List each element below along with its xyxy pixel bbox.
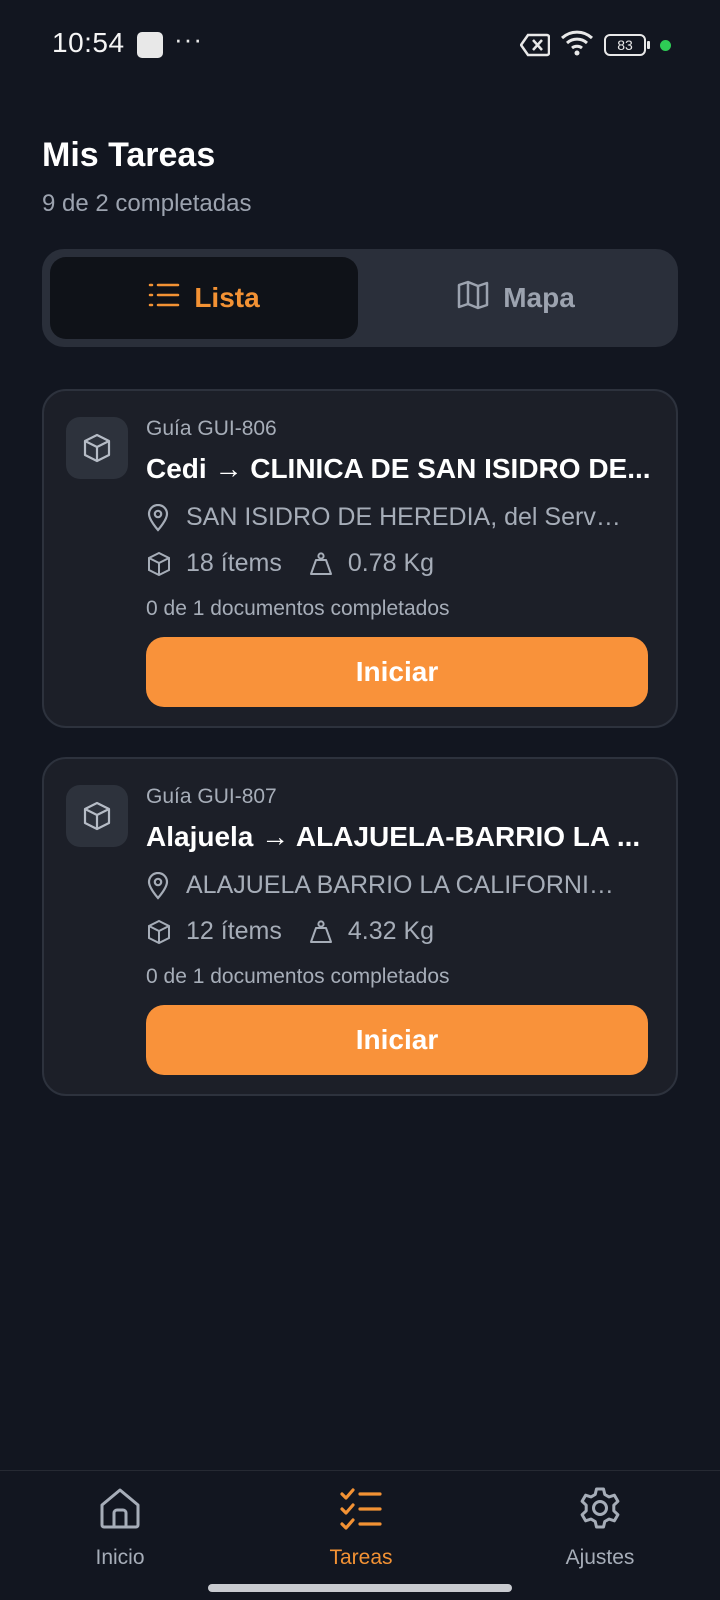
page-subtitle: 9 de 2 completadas [42,190,252,217]
task-address-text: ALAJUELA BARRIO LA CALIFORNIA ... [186,871,626,899]
task-meta: 12 ítems 4.32 Kg [146,917,434,946]
gear-icon [577,1485,623,1536]
task-guide: Guía GUI-807 [146,785,277,808]
page-title: Mis Tareas [42,136,216,174]
wifi-icon [560,30,594,61]
task-address-text: SAN ISIDRO DE HEREDIA, del Servic... [186,503,626,531]
screen: 10:54 ··· 83 Mis Tareas 9 de 2 completad… [0,0,720,1600]
nav-item-ajustes[interactable]: Ajustes [520,1485,680,1570]
map-icon [457,280,489,317]
nav-label-tareas: Tareas [329,1546,393,1569]
task-card[interactable]: Guía GUI-807 Alajuela → ALAJUELA-BARRIO … [42,757,678,1096]
start-button[interactable]: Iniciar [146,637,648,707]
task-weight: 4.32 Kg [347,917,435,945]
task-list-icon [338,1485,384,1536]
tab-mapa[interactable]: Mapa [362,257,670,339]
nav-label-ajustes: Ajustes [565,1546,635,1569]
task-card[interactable]: Guía GUI-806 Cedi → CLINICA DE SAN ISIDR… [42,389,678,728]
nav-item-tareas[interactable]: Tareas [281,1485,441,1570]
task-meta: 18 ítems 0.78 Kg [146,549,434,578]
no-sim-icon [519,33,551,62]
task-guide: Guía GUI-806 [146,417,277,440]
tab-lista-label: Lista [194,282,260,313]
weight-icon [308,551,334,577]
task-docs: 0 de 1 documentos completados [146,965,450,988]
task-items: 18 ítems [186,549,282,577]
status-bar: 10:54 ··· 83 [0,0,720,90]
home-icon [97,1485,143,1536]
tab-lista[interactable]: Lista [50,257,358,339]
package-icon [66,417,128,479]
box-icon [146,551,172,577]
home-indicator[interactable] [208,1584,512,1592]
task-title: Cedi → CLINICA DE SAN ISIDRO DE... [146,453,651,484]
box-icon [146,919,172,945]
battery-icon: 83 [604,34,650,56]
bottom-nav: Inicio Tareas Ajustes [0,1470,720,1600]
battery-level: 83 [617,37,633,53]
nav-label-inicio: Inicio [95,1546,145,1569]
task-address: ALAJUELA BARRIO LA CALIFORNIA ... [146,871,636,900]
app-notification-icon [137,32,163,58]
location-pin-icon [146,871,170,900]
task-address: SAN ISIDRO DE HEREDIA, del Servic... [146,503,636,532]
more-dots-icon: ··· [174,24,203,54]
status-time: 10:54 [52,27,125,58]
weight-icon [308,919,334,945]
task-title: Alajuela → ALAJUELA-BARRIO LA ... [146,821,641,852]
list-icon [148,281,180,316]
task-items: 12 ítems [186,917,282,945]
active-dot-icon [660,40,671,51]
tab-mapa-label: Mapa [503,282,575,313]
package-icon [66,785,128,847]
location-pin-icon [146,503,170,532]
nav-item-inicio[interactable]: Inicio [40,1485,200,1570]
view-toggle: Lista Mapa [42,249,678,347]
task-weight: 0.78 Kg [347,549,435,577]
task-docs: 0 de 1 documentos completados [146,597,450,620]
start-button[interactable]: Iniciar [146,1005,648,1075]
